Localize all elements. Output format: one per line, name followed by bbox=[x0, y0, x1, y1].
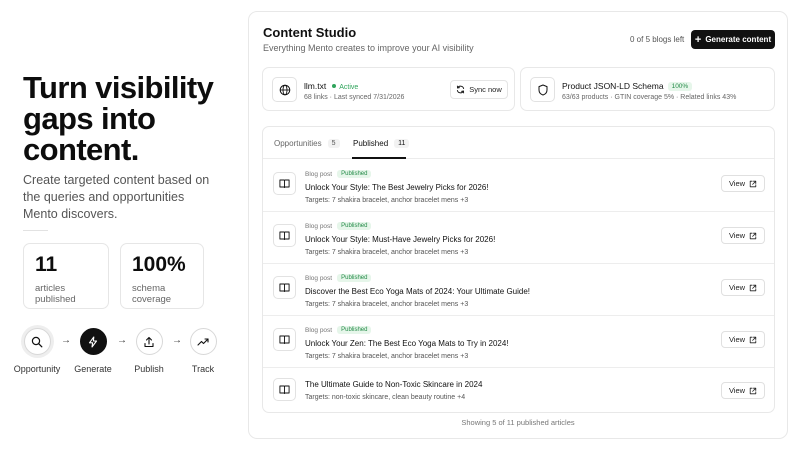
panel-title: Content Studio bbox=[263, 25, 357, 40]
refresh-icon bbox=[457, 85, 465, 94]
book-icon bbox=[273, 224, 296, 247]
hero-subtitle: Create targeted content based on the que… bbox=[23, 173, 210, 221]
flow-step-label: Track bbox=[191, 364, 215, 374]
view-button[interactable]: View bbox=[721, 382, 765, 399]
status-badge: Published bbox=[337, 222, 372, 230]
plus-icon: + bbox=[694, 33, 702, 46]
tab-opportunities[interactable]: Opportunities 5 bbox=[274, 139, 340, 148]
article-title: Unlock Your Style: Must-Have Jewelry Pic… bbox=[305, 235, 496, 244]
generate-content-label: Generate content bbox=[705, 35, 772, 44]
article-targets: Targets: non-toxic skincare, clean beaut… bbox=[305, 394, 466, 401]
article-targets: Targets: 7 shakira bracelet, anchor brac… bbox=[305, 353, 469, 360]
article-row: Blog post Published Unlock Your Style: Th… bbox=[263, 160, 774, 212]
article-title: Discover the Best Eco Yoga Mats of 2024:… bbox=[305, 287, 531, 296]
article-meta: Blog post Published bbox=[305, 222, 372, 230]
schema-meta: 63/63 products · GTIN coverage 5% · Rela… bbox=[562, 94, 737, 101]
article-type: Blog post bbox=[305, 326, 333, 334]
lightning-icon bbox=[79, 328, 107, 355]
article-targets: Targets: 7 shakira bracelet, anchor brac… bbox=[305, 249, 469, 256]
hero-title: Turn visibility gaps into content. bbox=[23, 70, 214, 167]
view-label: View bbox=[728, 179, 746, 188]
article-title: Unlock Your Zen: The Best Eco Yoga Mats … bbox=[305, 339, 509, 348]
external-link-icon bbox=[749, 284, 757, 291]
status-badge: Published bbox=[337, 326, 372, 334]
sync-now-label: Sync now bbox=[469, 85, 502, 94]
tab-label: Published bbox=[353, 139, 389, 148]
active-tab-indicator bbox=[352, 157, 406, 159]
tab-published[interactable]: Published 11 bbox=[353, 139, 410, 148]
article-type: Blog post bbox=[305, 274, 333, 282]
stat-value: 100% bbox=[132, 253, 186, 276]
article-meta: Blog post Published bbox=[305, 274, 372, 282]
view-label: View bbox=[728, 231, 746, 240]
article-row: The Ultimate Guide to Non-Toxic Skincare… bbox=[263, 368, 774, 412]
pagination-summary: Showing 5 of 11 published articles bbox=[461, 418, 575, 427]
flow-step-label: Generate bbox=[74, 364, 112, 374]
generate-content-button[interactable]: + Generate content bbox=[691, 30, 775, 49]
llm-txt-name: llm.txt Active bbox=[304, 81, 358, 91]
upload-icon bbox=[135, 328, 163, 355]
external-link-icon bbox=[749, 336, 757, 343]
book-icon bbox=[273, 276, 296, 299]
stat-card-schema: 100% schema coverage bbox=[120, 243, 204, 309]
stat-label: schema coverage bbox=[132, 283, 172, 305]
hero-divider bbox=[23, 230, 48, 231]
llm-txt-card: llm.txt Active 68 links · Last synced 7/3… bbox=[262, 67, 515, 111]
llm-txt-meta: 68 links · Last synced 7/31/2026 bbox=[304, 94, 405, 101]
article-row: Blog post Published Unlock Your Style: Mu… bbox=[263, 212, 774, 264]
schema-title: Product JSON-LD Schema bbox=[562, 81, 664, 91]
status-badge: Active bbox=[339, 84, 359, 91]
sync-now-button[interactable]: Sync now bbox=[450, 80, 508, 99]
view-button[interactable]: View bbox=[721, 279, 765, 296]
status-badge: Published bbox=[337, 170, 372, 178]
blog-quota: 0 of 5 blogs left bbox=[630, 35, 685, 44]
article-row: Blog post Published Unlock Your Zen: The … bbox=[263, 316, 774, 368]
globe-icon bbox=[272, 77, 297, 102]
schema-card: Product JSON-LD Schema 100% 63/63 product… bbox=[520, 67, 775, 111]
article-meta: Blog post Published bbox=[305, 170, 372, 178]
stat-value: 11 bbox=[35, 253, 58, 276]
view-label: View bbox=[728, 335, 746, 344]
article-type: Blog post bbox=[305, 170, 333, 178]
view-button[interactable]: View bbox=[721, 331, 765, 348]
llm-txt-title: llm.txt bbox=[304, 81, 327, 91]
trend-icon bbox=[189, 328, 217, 355]
book-icon bbox=[273, 328, 296, 351]
view-label: View bbox=[728, 386, 746, 395]
article-title: The Ultimate Guide to Non-Toxic Skincare… bbox=[305, 380, 483, 389]
panel-subtitle: Everything Mento creates to improve your… bbox=[263, 43, 474, 53]
view-button[interactable]: View bbox=[721, 227, 765, 244]
stat-label: articles published bbox=[35, 283, 76, 305]
view-label: View bbox=[728, 283, 746, 292]
article-type: Blog post bbox=[305, 222, 333, 230]
shield-icon bbox=[530, 77, 555, 102]
article-targets: Targets: 7 shakira bracelet, anchor brac… bbox=[305, 197, 469, 204]
search-icon bbox=[23, 328, 51, 355]
article-meta: Blog post Published bbox=[305, 326, 372, 334]
tab-label: Opportunities bbox=[274, 139, 322, 148]
flow-step-label: Opportunity bbox=[13, 364, 61, 374]
external-link-icon bbox=[749, 232, 757, 239]
flow-step-opportunity: Opportunity bbox=[5, 328, 69, 374]
status-dot bbox=[332, 84, 337, 89]
flow-step-track: Track bbox=[171, 328, 235, 374]
tab-bar: Opportunities 5 Published 11 bbox=[263, 127, 774, 159]
book-icon bbox=[273, 172, 296, 195]
coverage-badge: 100% bbox=[667, 82, 693, 91]
article-row: Blog post Published Discover the Best Eco… bbox=[263, 264, 774, 316]
status-badge: Published bbox=[337, 274, 372, 282]
article-targets: Targets: 7 shakira bracelet, anchor brac… bbox=[305, 301, 469, 308]
stat-card-articles: 11 articles published bbox=[23, 243, 109, 309]
external-link-icon bbox=[749, 387, 757, 394]
tab-count: 5 bbox=[327, 139, 340, 148]
tab-count: 11 bbox=[394, 139, 410, 148]
article-title: Unlock Your Style: The Best Jewelry Pick… bbox=[305, 183, 489, 192]
schema-name: Product JSON-LD Schema 100% bbox=[562, 81, 693, 91]
content-studio-panel: Content Studio Everything Mento creates … bbox=[248, 11, 788, 439]
articles-list: Opportunities 5 Published 11 Blog post Pu… bbox=[262, 126, 775, 413]
book-icon bbox=[273, 378, 296, 401]
view-button[interactable]: View bbox=[721, 175, 765, 192]
external-link-icon bbox=[749, 180, 757, 187]
flow-step-generate: Generate bbox=[61, 328, 125, 374]
